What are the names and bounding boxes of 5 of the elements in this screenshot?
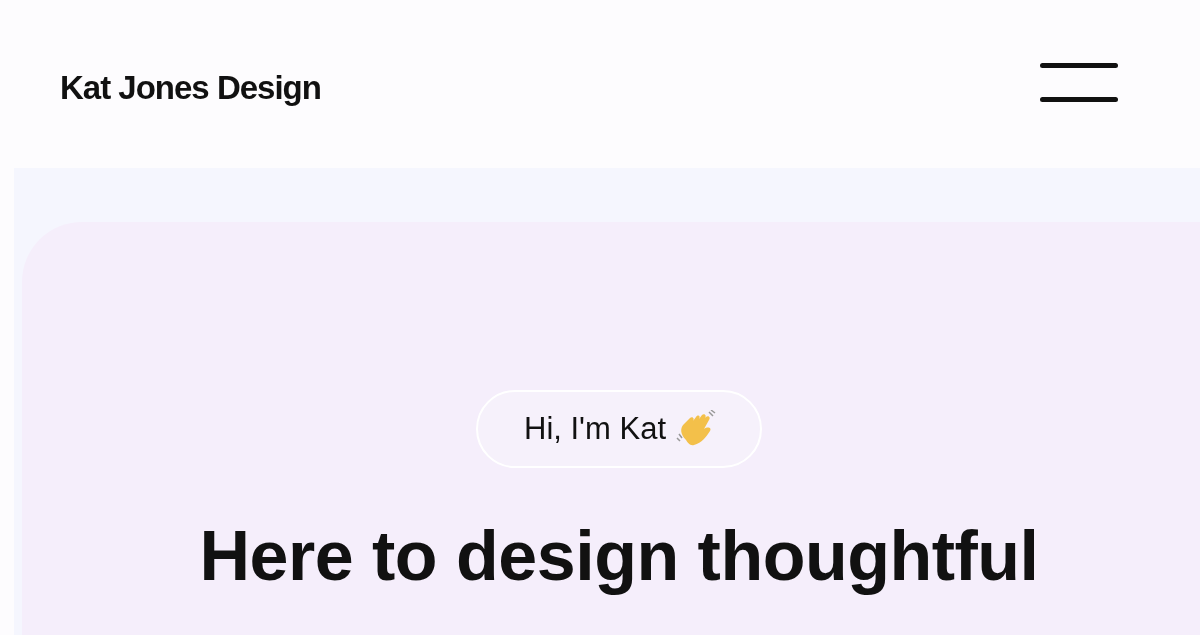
greeting-text: Hi, I'm Kat xyxy=(524,411,666,447)
hero-headline: Here to design thoughtful xyxy=(199,516,1039,596)
waving-hand-icon xyxy=(676,410,716,448)
site-logo[interactable]: Kat Jones Design xyxy=(60,69,321,107)
menu-icon[interactable] xyxy=(1040,63,1118,105)
